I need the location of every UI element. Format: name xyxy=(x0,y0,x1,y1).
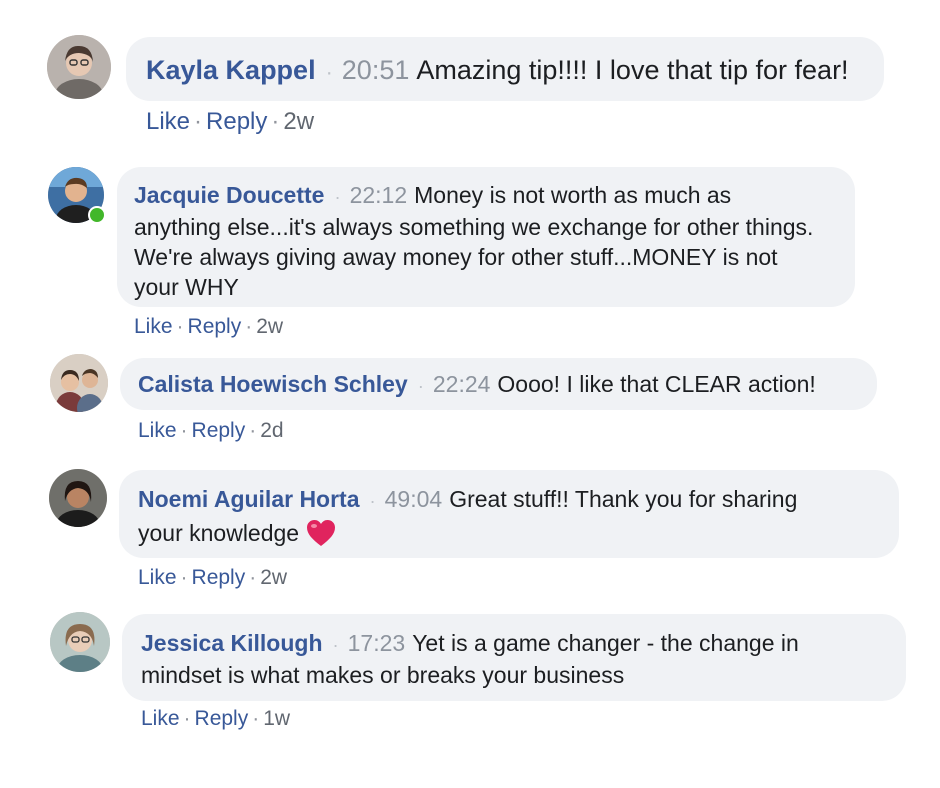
separator: · xyxy=(334,186,341,207)
comment-author[interactable]: Jacquie Doucette xyxy=(134,182,324,208)
separator: · xyxy=(369,490,376,511)
reply-button[interactable]: Reply xyxy=(188,315,242,338)
comment-timestamp[interactable]: 22:12 xyxy=(350,182,408,208)
online-status-indicator xyxy=(88,206,106,224)
comment-text-line: We're always giving away money for other… xyxy=(134,244,778,270)
comment-author[interactable]: Calista Hoewisch Schley xyxy=(138,371,408,397)
comment-author[interactable]: Kayla Kappel xyxy=(146,55,316,85)
comment-timestamp[interactable]: 17:23 xyxy=(348,630,406,656)
comment-bubble: Calista Hoewisch Schley · 22:24 Oooo! I lik… xyxy=(120,358,877,410)
comment-bubble: Jacquie Doucette · 22:12 Money is not worth… xyxy=(117,167,855,307)
comment-timestamp[interactable]: 49:04 xyxy=(385,486,443,512)
reply-button[interactable]: Reply xyxy=(192,419,246,442)
comment-bubble: Jessica Killough · 17:23 Yet is a game chan… xyxy=(122,614,906,701)
avatar[interactable] xyxy=(50,612,110,672)
comment-actions: Like · Reply · 2w xyxy=(134,315,283,339)
comment-age[interactable]: 2w xyxy=(260,566,287,589)
comment-bubble: Kayla Kappel · 20:51 Amazing tip!!!! I love… xyxy=(126,37,884,101)
comment-actions: Like · Reply · 1w xyxy=(141,707,290,731)
comment-author[interactable]: Noemi Aguilar Horta xyxy=(138,486,360,512)
like-button[interactable]: Like xyxy=(146,108,190,135)
comment-text-line: Money is not worth as much as xyxy=(414,182,732,208)
separator: · xyxy=(249,419,257,442)
like-button[interactable]: Like xyxy=(138,419,177,442)
comment-age[interactable]: 2w xyxy=(256,315,283,338)
heart-emoji-icon xyxy=(306,519,336,555)
comment-actions: Like · Reply · 2w xyxy=(138,566,287,590)
separator: · xyxy=(332,634,339,655)
separator: · xyxy=(180,566,188,589)
separator: · xyxy=(417,375,424,396)
comment-age[interactable]: 2d xyxy=(260,419,283,442)
like-button[interactable]: Like xyxy=(134,315,173,338)
separator: · xyxy=(249,566,257,589)
comment-age[interactable]: 1w xyxy=(263,707,290,730)
comment-timestamp[interactable]: 22:24 xyxy=(433,371,491,397)
separator: · xyxy=(176,315,184,338)
comment-age[interactable]: 2w xyxy=(283,108,314,135)
comment-text-line: your knowledge xyxy=(138,520,300,546)
comment-text-line: anything else...it's always something we… xyxy=(134,214,814,240)
separator: · xyxy=(180,419,188,442)
like-button[interactable]: Like xyxy=(141,707,180,730)
like-button[interactable]: Like xyxy=(138,566,177,589)
comment-text: Amazing tip!!!! I love that tip for fear… xyxy=(416,55,849,85)
separator: · xyxy=(194,108,203,135)
avatar[interactable] xyxy=(50,354,108,412)
comment-actions: Like · Reply · 2d xyxy=(138,419,284,443)
separator: · xyxy=(252,707,260,730)
comment-bubble: Noemi Aguilar Horta · 49:04 Great stuff!! T… xyxy=(119,470,899,558)
comment-text: Oooo! I like that CLEAR action! xyxy=(497,371,816,397)
comment-text-line: mindset is what makes or breaks your bus… xyxy=(141,662,625,688)
comment-timestamp[interactable]: 20:51 xyxy=(342,55,410,85)
avatar[interactable] xyxy=(49,469,107,527)
separator: · xyxy=(325,59,333,84)
reply-button[interactable]: Reply xyxy=(195,707,249,730)
reply-button[interactable]: Reply xyxy=(192,566,246,589)
comment-author[interactable]: Jessica Killough xyxy=(141,630,323,656)
reply-button[interactable]: Reply xyxy=(206,108,267,135)
separator: · xyxy=(183,707,191,730)
comment-actions: Like · Reply · 2w xyxy=(146,108,314,136)
comment-text-line: Yet is a game changer - the change in xyxy=(412,630,799,656)
separator: · xyxy=(271,108,280,135)
comment-text-line: your WHY xyxy=(134,274,239,300)
separator: · xyxy=(245,315,253,338)
comment-text-line: Great stuff!! Thank you for sharing xyxy=(449,486,798,512)
avatar[interactable] xyxy=(47,35,111,99)
